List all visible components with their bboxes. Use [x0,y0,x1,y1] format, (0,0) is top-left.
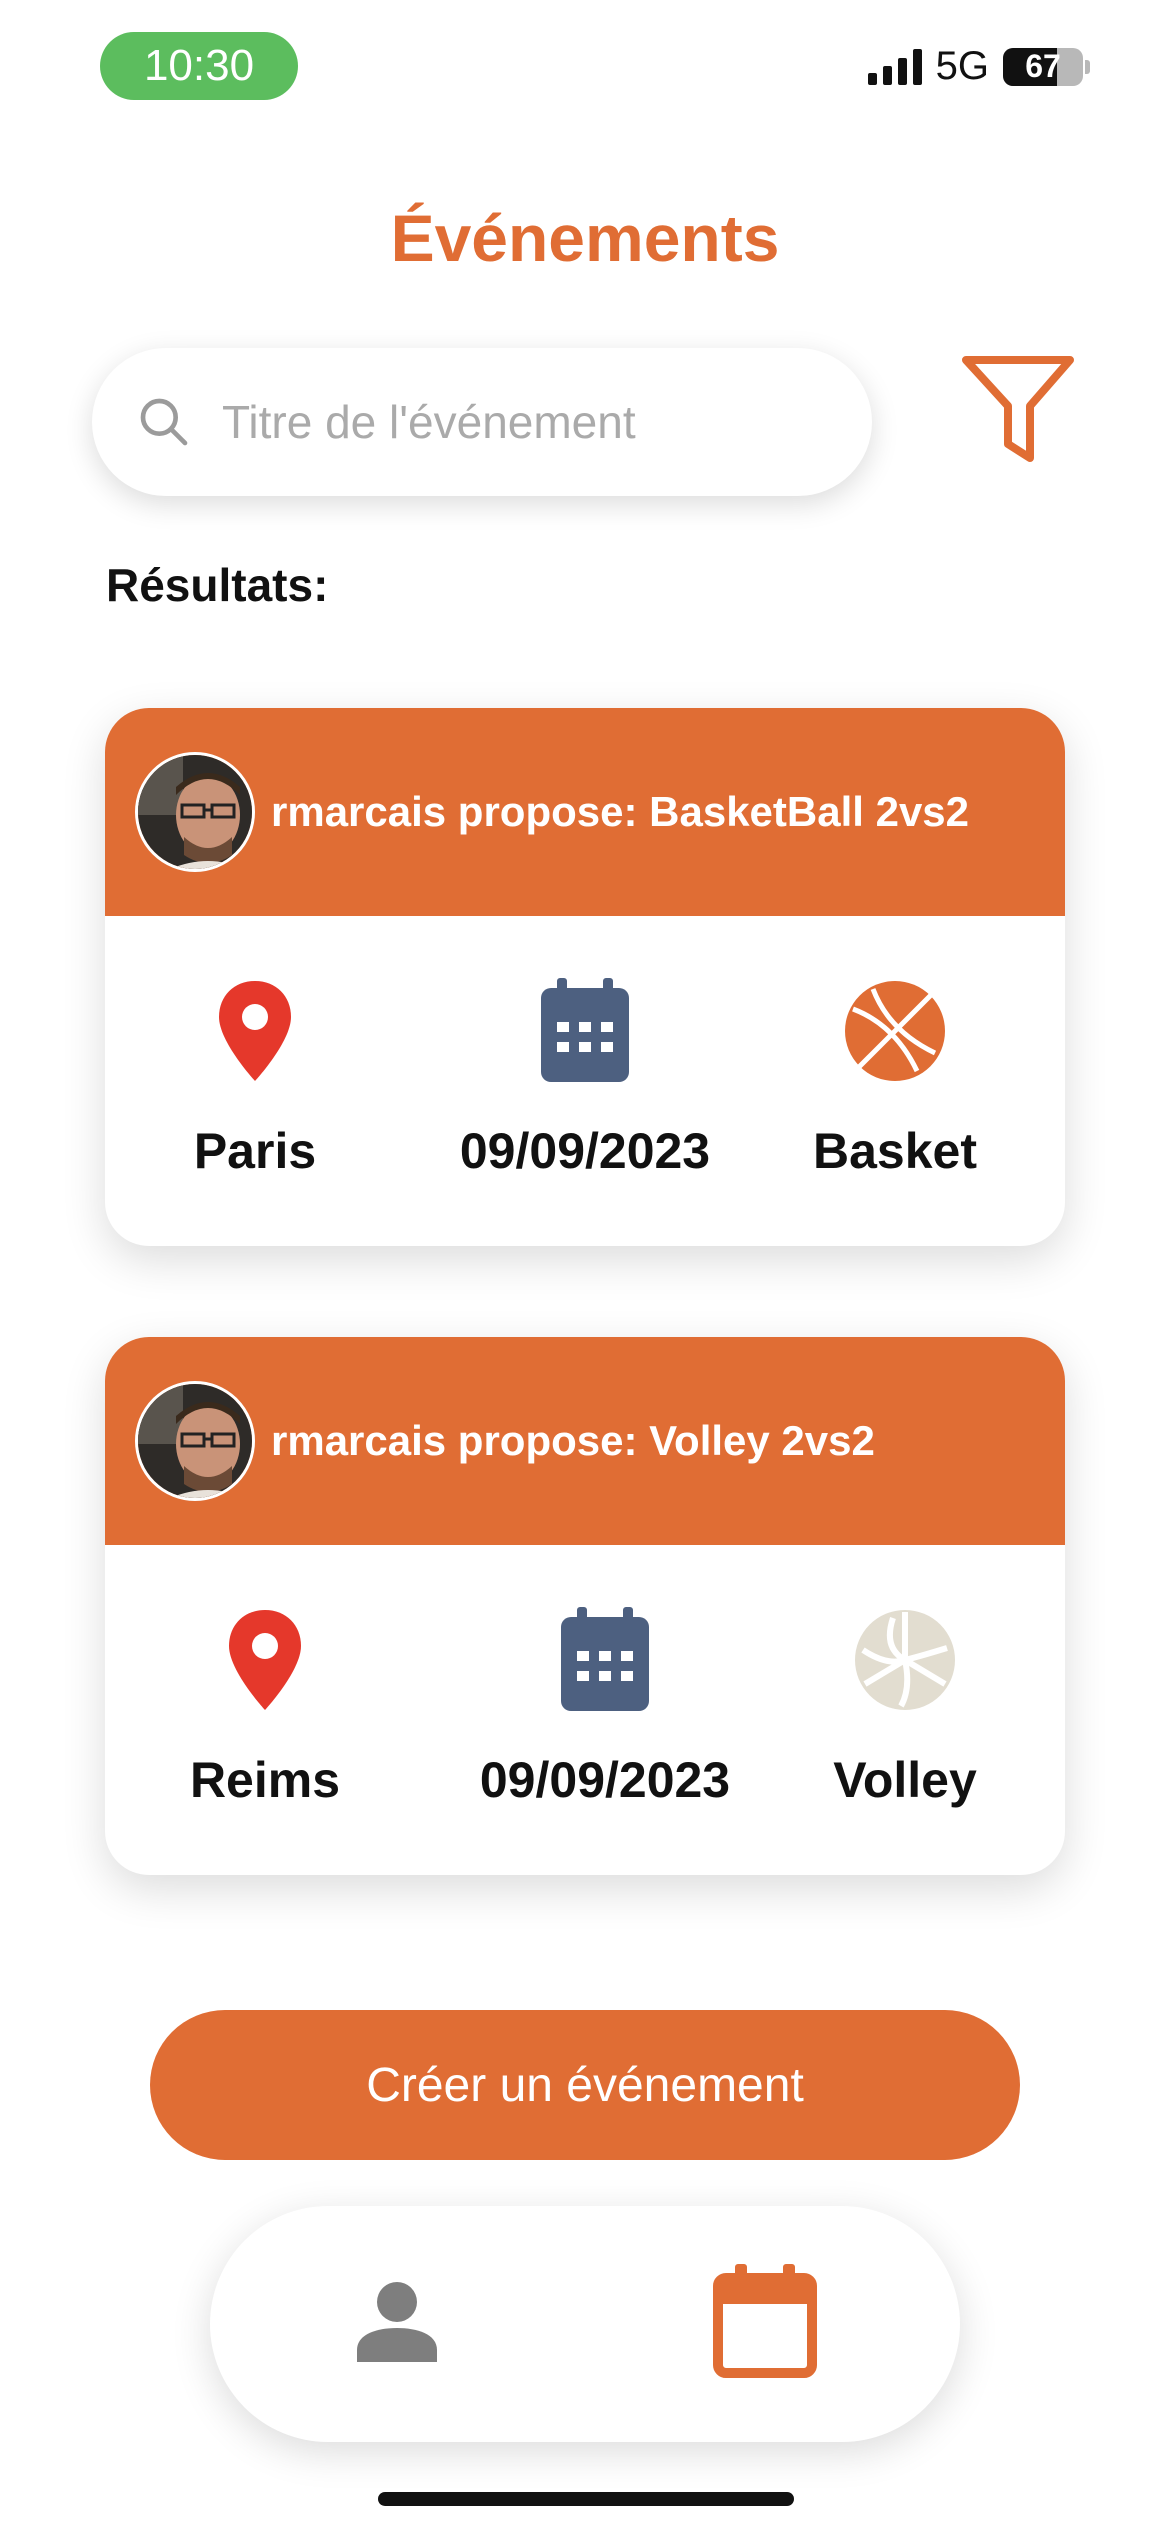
network-label: 5G [935,44,989,88]
event-sport-text: Volley [833,1752,977,1808]
event-card-body: Paris 09/09/2023 Basket [105,916,1065,1246]
search-icon [140,398,188,446]
event-date-text: 09/09/2023 [479,1752,731,1808]
signal-icon [867,48,922,85]
search-input[interactable] [222,395,842,449]
event-location: Paris [165,976,345,1180]
bottom-nav [210,2206,960,2442]
event-location-text: Paris [193,1123,317,1179]
battery-level: 67 [1025,48,1061,84]
event-card-header: rmarcais propose: BasketBall 2vs2 [105,708,1065,916]
battery-icon: 67 [1003,47,1083,86]
location-pin-icon [229,1610,301,1710]
location-pin-icon [219,981,291,1081]
event-location: Reims [165,1605,365,1809]
event-card-body: Reims 09/09/2023 Volley [105,1545,1065,1875]
event-title: rmarcais propose: BasketBall 2vs2 [271,788,970,835]
home-indicator [378,2492,794,2506]
create-event-button[interactable]: Créer un événement [150,2010,1020,2160]
calendar-icon [561,1607,649,1711]
calendar-icon [713,2264,817,2378]
results-label: Résultats: [106,559,329,611]
nav-events[interactable] [690,2246,840,2396]
avatar [135,752,255,872]
app-screen: 10:30 5G 67 Événements Résultats: [0,0,1170,2532]
event-date: 09/09/2023 [445,1605,765,1809]
search-bar[interactable] [92,348,872,496]
status-time: 10:30 [100,32,298,100]
event-sport-text: Basket [813,1123,977,1179]
filter-icon[interactable] [960,354,1076,464]
event-sport: Basket [795,976,995,1180]
event-date: 09/09/2023 [425,976,745,1180]
event-sport: Volley [805,1605,1005,1809]
event-card[interactable]: rmarcais propose: Volley 2vs2 Reims 09/0… [105,1337,1065,1875]
calendar-icon [541,978,629,1082]
event-location-text: Reims [189,1752,341,1808]
nav-profile[interactable] [322,2246,472,2396]
page-title: Événements [390,201,780,275]
event-date-text: 09/09/2023 [459,1123,711,1179]
person-icon [357,2282,437,2362]
event-card-header: rmarcais propose: Volley 2vs2 [105,1337,1065,1545]
basketball-icon [845,981,945,1081]
status-bar-right: 5G 67 [867,44,1090,89]
battery-tip [1085,59,1090,74]
event-title: rmarcais propose: Volley 2vs2 [271,1417,875,1464]
event-card[interactable]: rmarcais propose: BasketBall 2vs2 Paris [105,708,1065,1246]
volleyball-icon [855,1610,955,1710]
avatar [135,1381,255,1501]
